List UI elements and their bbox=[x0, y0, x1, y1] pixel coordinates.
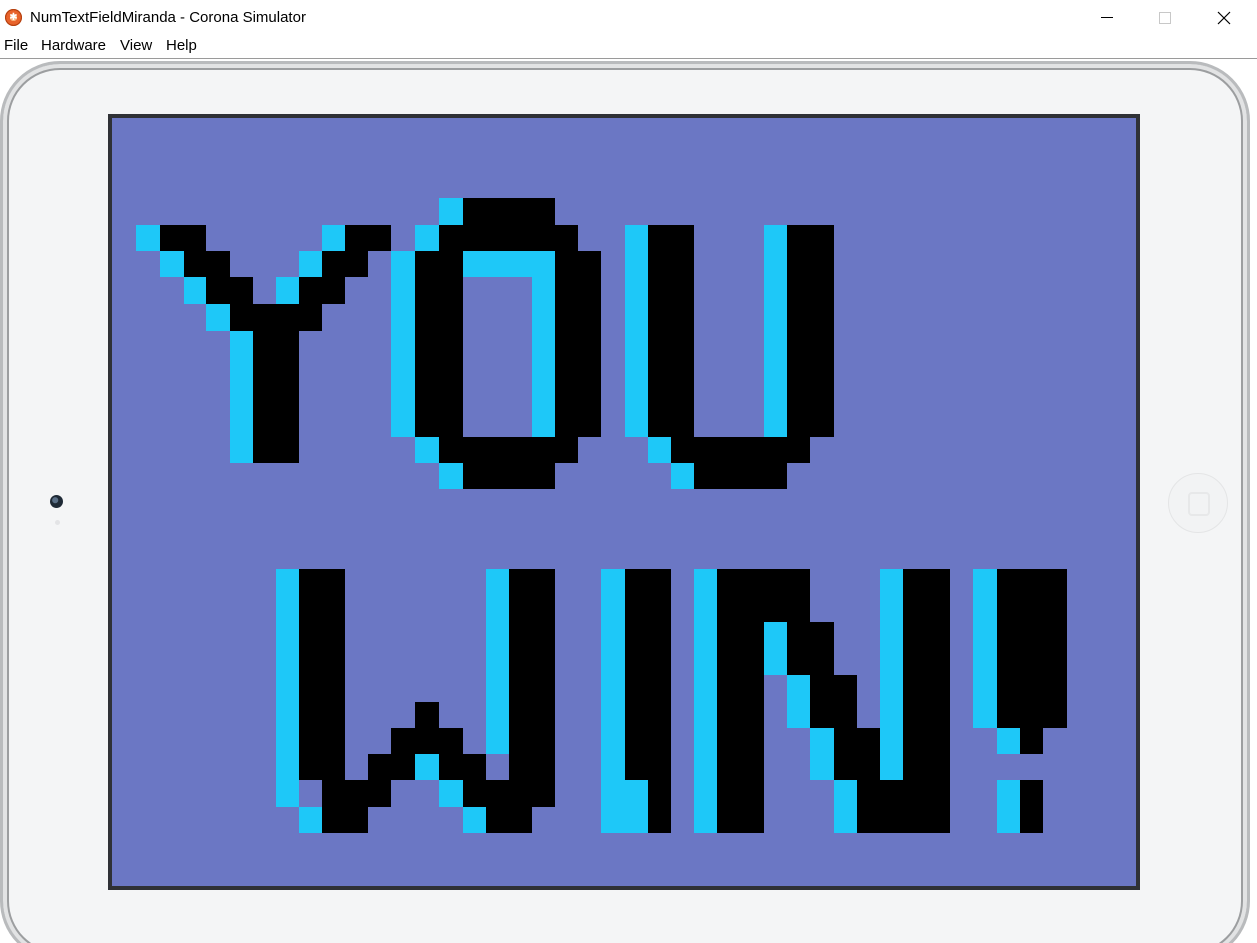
letter-w-block bbox=[368, 754, 415, 780]
letter-y-highlight bbox=[206, 304, 230, 331]
letter-n-block bbox=[810, 675, 857, 728]
letter-w-block bbox=[463, 780, 555, 807]
letter-w-highlight bbox=[276, 569, 299, 807]
letter-n-highlight bbox=[787, 675, 810, 728]
close-icon bbox=[1217, 11, 1231, 25]
letter-y-highlight bbox=[230, 331, 253, 463]
menu-file[interactable]: File bbox=[4, 37, 28, 54]
letter-o-highlight bbox=[532, 277, 555, 437]
letter-y-highlight bbox=[160, 251, 184, 277]
letter-y-highlight bbox=[322, 225, 345, 251]
exclamation-highlight bbox=[973, 569, 997, 728]
letter-u-block bbox=[787, 225, 834, 437]
letter-o-highlight bbox=[391, 251, 415, 437]
device-screen[interactable]: YOU WIN! bbox=[108, 114, 1140, 890]
menu-bar: File Hardware View Help bbox=[0, 36, 1257, 59]
letter-u-block bbox=[694, 463, 787, 489]
menu-view[interactable]: View bbox=[120, 37, 152, 54]
exclamation-highlight bbox=[997, 780, 1020, 833]
letter-o-block bbox=[555, 251, 601, 437]
letter-o-highlight bbox=[439, 463, 463, 489]
letter-w-highlight bbox=[486, 569, 509, 754]
letter-w-block bbox=[415, 702, 439, 728]
menu-hardware[interactable]: Hardware bbox=[41, 37, 106, 54]
sensor-dot bbox=[55, 520, 60, 525]
you-win-pixel-message bbox=[136, 198, 1067, 833]
letter-w-block bbox=[299, 569, 345, 780]
letter-y-highlight bbox=[184, 277, 206, 304]
letter-o-block bbox=[463, 198, 555, 225]
letter-n-block bbox=[787, 622, 834, 675]
letter-o-block bbox=[415, 251, 463, 437]
letter-w-highlight bbox=[439, 780, 463, 807]
letter-n-block bbox=[717, 569, 764, 833]
letter-w-block bbox=[486, 807, 532, 833]
letter-n-block bbox=[764, 569, 810, 622]
letter-y-block bbox=[184, 251, 230, 277]
letter-n-highlight bbox=[694, 569, 717, 833]
letter-y-block bbox=[206, 277, 253, 304]
letter-y-block bbox=[230, 304, 322, 331]
letter-u-highlight bbox=[625, 225, 648, 437]
letter-o-block bbox=[439, 225, 578, 251]
letter-w-block bbox=[322, 807, 368, 833]
exclamation-block bbox=[1020, 728, 1043, 754]
letter-y-block bbox=[299, 277, 345, 304]
letter-n-highlight bbox=[810, 728, 834, 780]
letter-u-highlight bbox=[648, 437, 671, 463]
exclamation-block bbox=[997, 569, 1067, 728]
window-title: NumTextFieldMiranda - Corona Simulator bbox=[30, 9, 306, 26]
letter-n-block bbox=[834, 728, 880, 780]
letter-w-highlight bbox=[415, 754, 439, 780]
letter-y-highlight bbox=[299, 251, 322, 277]
letter-n-highlight bbox=[834, 780, 857, 833]
letter-w-block bbox=[391, 728, 463, 754]
letter-u-highlight bbox=[764, 225, 787, 437]
simulator-viewport: YOU WIN! bbox=[0, 59, 1257, 943]
letter-o-block bbox=[439, 437, 578, 463]
letter-n-highlight bbox=[764, 622, 787, 675]
letter-y-block bbox=[160, 225, 206, 251]
letter-u-block bbox=[648, 225, 694, 437]
letter-u-block bbox=[671, 437, 810, 463]
letter-u-highlight bbox=[671, 463, 694, 489]
letter-o-highlight bbox=[463, 251, 555, 277]
home-button[interactable] bbox=[1168, 473, 1228, 533]
exclamation-highlight bbox=[997, 728, 1020, 754]
letter-w-highlight bbox=[463, 807, 486, 833]
camera-icon bbox=[50, 495, 63, 508]
letter-o-highlight bbox=[415, 437, 439, 463]
letter-w-block bbox=[509, 569, 555, 780]
letter-n-highlight bbox=[880, 569, 903, 780]
letter-i-highlight bbox=[601, 569, 625, 833]
close-button[interactable] bbox=[1194, 0, 1252, 36]
title-bar: ✱ NumTextFieldMiranda - Corona Simulator bbox=[0, 0, 1257, 36]
letter-o-highlight bbox=[415, 225, 439, 251]
corona-logo-icon: ✱ bbox=[5, 9, 22, 26]
maximize-button[interactable] bbox=[1136, 0, 1194, 36]
letter-y-highlight bbox=[136, 225, 160, 251]
letter-i-highlight bbox=[625, 780, 648, 833]
letter-o-highlight bbox=[439, 198, 463, 225]
letter-w-highlight bbox=[299, 807, 322, 833]
letter-y-highlight bbox=[276, 277, 299, 304]
letter-w-block bbox=[439, 754, 486, 780]
exclamation-block bbox=[1020, 780, 1043, 833]
letter-w-block bbox=[322, 780, 391, 807]
letter-y-block bbox=[345, 225, 391, 251]
minimize-button[interactable] bbox=[1078, 0, 1136, 36]
menu-help[interactable]: Help bbox=[166, 37, 197, 54]
letter-y-block bbox=[322, 251, 368, 277]
letter-n-block bbox=[903, 569, 950, 833]
letter-y-block bbox=[253, 331, 299, 463]
letter-o-block bbox=[463, 463, 555, 489]
